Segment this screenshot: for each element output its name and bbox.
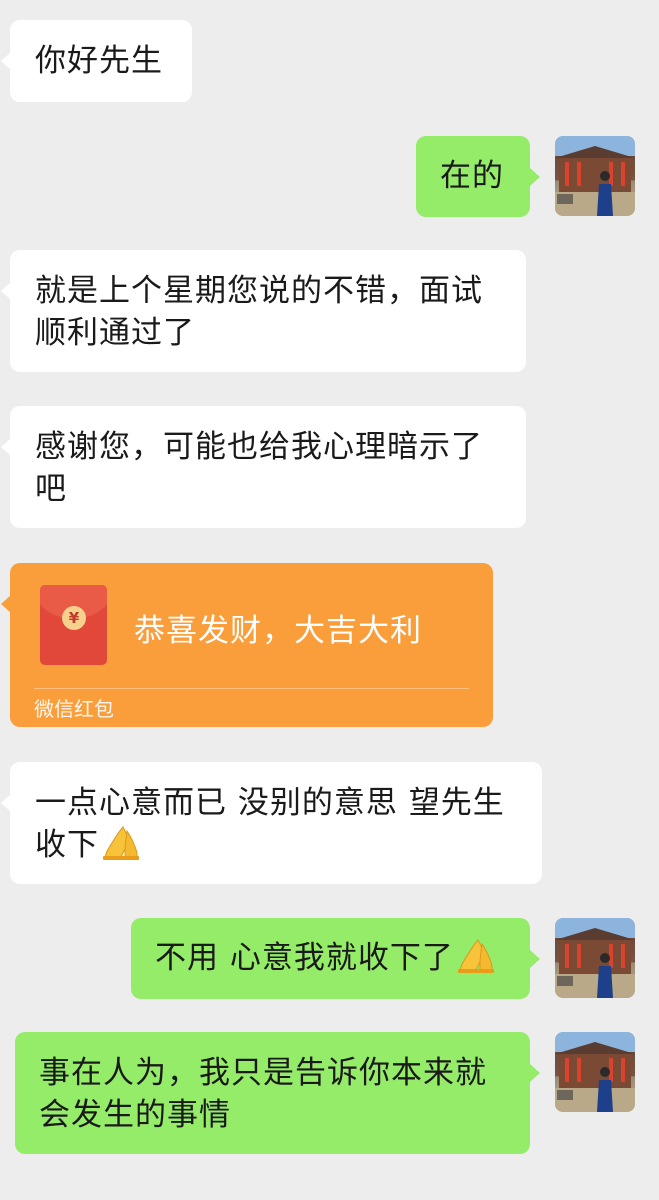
- yuan-coin-icon: ¥: [62, 606, 86, 630]
- user-avatar[interactable]: [555, 918, 635, 998]
- message-text-line: 吧: [35, 471, 67, 507]
- bubble-tail: [530, 1064, 540, 1082]
- red-packet-divider: [34, 688, 469, 689]
- bubble-tail: [530, 168, 540, 186]
- message-text-line: 感谢您，可能也给我心理暗示了: [35, 429, 483, 465]
- user-avatar[interactable]: [555, 136, 635, 216]
- message-text: 在的: [440, 158, 504, 194]
- message-bubble-outgoing[interactable]: 事在人为，我只是告诉你本来就 会发生的事情: [15, 1032, 530, 1154]
- temple-photo-icon: [555, 918, 635, 998]
- red-packet-card[interactable]: ¥ 恭喜发财，大吉大利 微信红包: [10, 563, 493, 727]
- message-bubble-incoming[interactable]: 感谢您，可能也给我心理暗示了 吧: [10, 406, 526, 528]
- message-bubble-incoming[interactable]: 你好先生: [10, 20, 192, 102]
- message-text-line: 不用 心意我就收下了: [155, 937, 530, 979]
- message-text-line: 顺利通过了: [35, 315, 195, 351]
- message-text: 你好先生: [35, 43, 163, 79]
- message-text-line: 事在人为，我只是告诉你本来就: [39, 1055, 487, 1091]
- message-text: 收下: [35, 827, 99, 863]
- bubble-tail: [530, 950, 540, 968]
- message-text-line: 一点心意而已 没别的意思 望先生: [35, 785, 505, 821]
- folded-hands-icon: [103, 826, 139, 860]
- message-text-line: 就是上个星期您说的不错，面试: [35, 273, 483, 309]
- message-bubble-outgoing[interactable]: 不用 心意我就收下了: [131, 918, 530, 999]
- message-bubble-incoming[interactable]: 一点心意而已 没别的意思 望先生 收下: [10, 762, 542, 884]
- temple-photo-icon: [555, 1032, 635, 1112]
- temple-photo-icon: [555, 136, 635, 216]
- red-packet-label: 微信红包: [34, 697, 114, 721]
- user-avatar[interactable]: [555, 1032, 635, 1112]
- message-text-line: 会发生的事情: [39, 1097, 231, 1133]
- red-envelope-icon: ¥: [40, 585, 107, 665]
- message-bubble-incoming[interactable]: 就是上个星期您说的不错，面试 顺利通过了: [10, 250, 526, 372]
- folded-hands-icon: [457, 939, 494, 973]
- message-text: 不用 心意我就收下了: [155, 940, 454, 976]
- message-text-line: 收下: [35, 824, 542, 866]
- message-bubble-outgoing[interactable]: 在的: [416, 136, 530, 217]
- red-packet-title: 恭喜发财，大吉大利: [134, 613, 422, 649]
